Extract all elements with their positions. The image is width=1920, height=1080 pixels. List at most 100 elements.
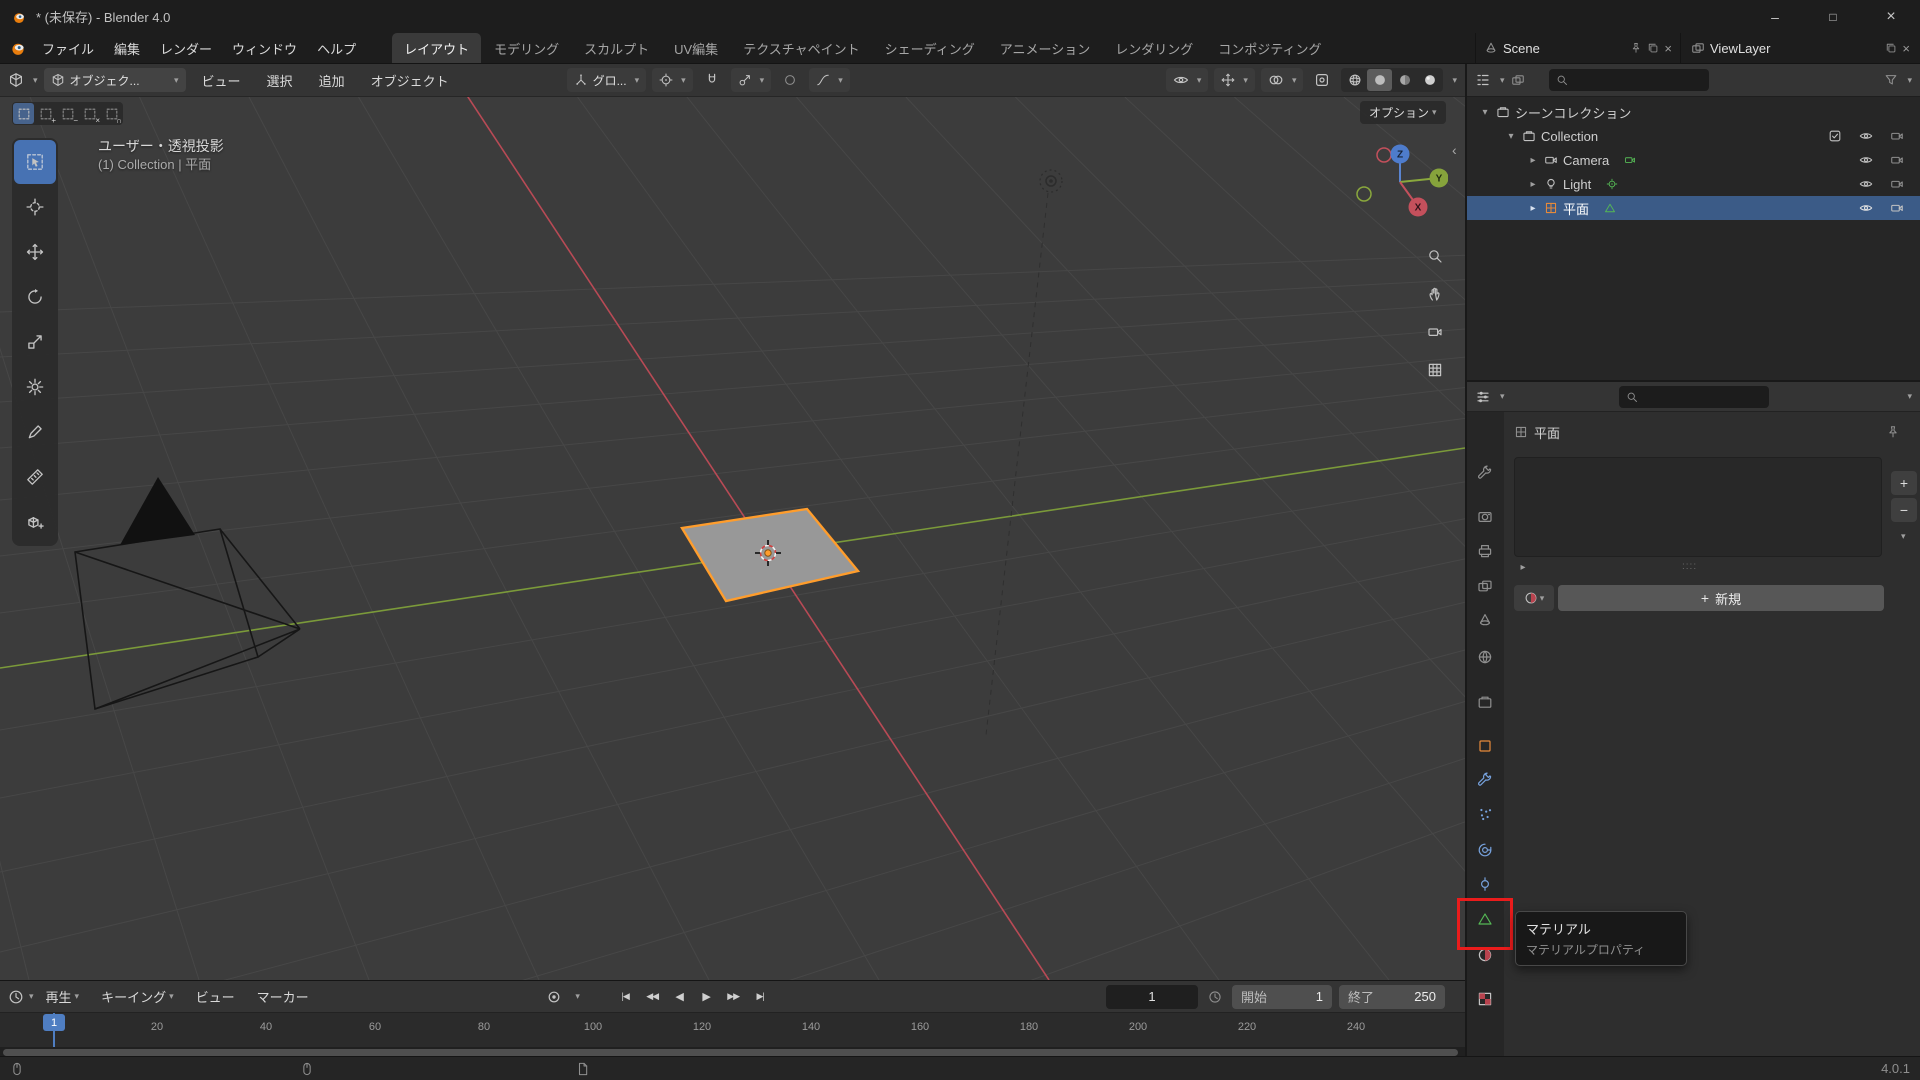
tool-tab[interactable]	[1470, 458, 1500, 488]
outliner-editor-icon[interactable]	[1475, 72, 1491, 88]
menu-add[interactable]: 追加	[309, 64, 355, 96]
particles-tab[interactable]	[1470, 799, 1500, 829]
viewport-options-dropdown[interactable]: オプション ▾	[1360, 101, 1446, 124]
snap-toggle[interactable]	[699, 68, 725, 92]
auto-key-toggle[interactable]	[541, 985, 567, 1009]
hide-eye-icon[interactable]	[1859, 153, 1873, 167]
disclosure-icon[interactable]: ▾	[1479, 107, 1491, 118]
workspace-tab-compositing[interactable]: コンポジティング	[1206, 33, 1333, 63]
disclosure-icon[interactable]: ▸	[1527, 203, 1539, 214]
timeline-ruler[interactable]: 20 40 60 80 100 120 140 160 180 200 220 …	[0, 1013, 1465, 1047]
outliner-search-input[interactable]	[1549, 69, 1709, 91]
blender-menu-icon[interactable]	[10, 40, 26, 56]
light-object[interactable]	[1040, 170, 1062, 192]
zoom-button[interactable]	[1421, 242, 1449, 270]
output-tab[interactable]	[1470, 536, 1500, 566]
workspace-tab-layout[interactable]: レイアウト	[392, 33, 481, 63]
gizmo-x-neg-ball[interactable]	[1377, 148, 1391, 162]
physics-tab[interactable]	[1470, 835, 1500, 865]
tool-transform[interactable]	[14, 365, 56, 409]
frame-end-field[interactable]: 終了 250	[1339, 985, 1445, 1009]
view-layer-tab[interactable]	[1470, 571, 1500, 601]
slot-remove-button[interactable]: −	[1891, 498, 1917, 522]
material-browse-dropdown[interactable]: ▾	[1514, 585, 1554, 611]
select-mode-invert-button[interactable]: ×	[79, 103, 100, 124]
object-visibility-dropdown[interactable]: ▾	[1166, 68, 1209, 92]
pivot-dropdown[interactable]: ▾	[652, 68, 693, 92]
prev-keyframe-button[interactable]: ◀◀	[640, 986, 665, 1008]
menu-select[interactable]: 選択	[257, 64, 303, 96]
tool-add-cube[interactable]	[14, 500, 56, 544]
viewport-canvas[interactable]	[0, 97, 1465, 980]
filter-chevron[interactable]: ▾	[1907, 76, 1912, 85]
world-tab[interactable]	[1470, 642, 1500, 672]
current-frame-field[interactable]: 1	[1106, 985, 1198, 1009]
menu-playback[interactable]: 再生▾	[36, 981, 90, 1012]
hide-eye-icon[interactable]	[1859, 129, 1873, 143]
tool-scale[interactable]	[14, 320, 56, 364]
menu-render[interactable]: レンダー	[150, 33, 222, 63]
new-viewlayer-icon[interactable]	[1885, 42, 1897, 54]
constraints-tab[interactable]	[1470, 869, 1500, 899]
select-mode-new-button[interactable]	[13, 103, 34, 124]
menu-window[interactable]: ウィンドウ	[222, 33, 307, 63]
delete-viewlayer-icon[interactable]: ×	[1902, 41, 1910, 56]
next-keyframe-button[interactable]: ▶▶	[721, 986, 746, 1008]
slot-specials-chevron[interactable]: ▾	[1901, 532, 1906, 541]
exclude-checkbox-icon[interactable]	[1828, 129, 1842, 143]
menu-object[interactable]: オブジェクト	[361, 64, 459, 96]
new-material-button[interactable]: + 新規	[1558, 585, 1884, 611]
slot-list-expand[interactable]: ▸	[1517, 562, 1529, 573]
menu-file[interactable]: ファイル	[32, 33, 104, 63]
select-mode-extend-button[interactable]: +	[35, 103, 56, 124]
proportional-editing-toggle[interactable]	[777, 68, 803, 92]
workspace-tab-sculpting[interactable]: スカルプト	[572, 33, 661, 63]
mode-dropdown[interactable]: オブジェク... ▾	[44, 68, 186, 92]
tool-move[interactable]	[14, 230, 56, 274]
slot-add-button[interactable]: +	[1891, 471, 1917, 495]
menu-keying[interactable]: キーイング▾	[91, 981, 184, 1012]
collection-tab[interactable]	[1470, 687, 1500, 717]
editor-type-icon[interactable]	[8, 72, 24, 88]
properties-options-chevron[interactable]: ▾	[1907, 392, 1912, 401]
scene-selector[interactable]: Scene ×	[1475, 33, 1680, 63]
tool-annotate[interactable]	[14, 410, 56, 454]
properties-search-input[interactable]	[1619, 386, 1769, 408]
play-button[interactable]: ▶	[694, 986, 719, 1008]
menu-edit[interactable]: 編集	[104, 33, 150, 63]
maximize-button[interactable]: □	[1804, 0, 1862, 33]
timeline-editor-icon[interactable]	[8, 989, 24, 1005]
preview-range-icon[interactable]	[1208, 990, 1222, 1004]
new-scene-icon[interactable]	[1647, 42, 1659, 54]
playhead-label[interactable]: 1	[43, 1014, 65, 1031]
falloff-dropdown[interactable]: ▾	[809, 68, 850, 92]
toggle-ortho-button[interactable]	[1421, 356, 1449, 384]
camera-object[interactable]	[75, 477, 300, 709]
disclosure-icon[interactable]: ▾	[1505, 131, 1517, 142]
outliner-row-camera[interactable]: ▸ Camera	[1467, 148, 1920, 172]
delete-scene-icon[interactable]: ×	[1664, 41, 1672, 56]
outliner-row-scene-collection[interactable]: ▾ シーンコレクション	[1467, 100, 1920, 124]
viewport-3d[interactable]: ▾ オブジェク... ▾ ビュー 選択 追加 オブジェクト グロ... ▾ ▾	[0, 64, 1465, 980]
workspace-tab-animation[interactable]: アニメーション	[988, 33, 1102, 63]
hide-eye-icon[interactable]	[1859, 201, 1873, 215]
tool-select-box[interactable]	[14, 140, 56, 184]
minimize-button[interactable]: –	[1746, 0, 1804, 33]
jump-to-start-button[interactable]: |◀	[613, 986, 638, 1008]
scrollbar-thumb[interactable]	[3, 1049, 1458, 1056]
workspace-tab-uv-editing[interactable]: UV編集	[662, 33, 730, 63]
workspace-tab-texture-paint[interactable]: テクスチャペイント	[731, 33, 871, 63]
workspace-tab-rendering[interactable]: レンダリング	[1103, 33, 1205, 63]
jump-to-end-button[interactable]: ▶|	[748, 986, 773, 1008]
snap-dropdown[interactable]: ▾	[731, 68, 772, 92]
menu-help[interactable]: ヘルプ	[307, 33, 366, 63]
select-mode-subtract-button[interactable]: −	[57, 103, 78, 124]
properties-editor-icon[interactable]	[1475, 389, 1491, 405]
shading-material-button[interactable]	[1392, 69, 1417, 91]
hide-eye-icon[interactable]	[1859, 177, 1873, 191]
modifiers-tab[interactable]	[1470, 765, 1500, 795]
disable-render-icon[interactable]	[1890, 201, 1904, 215]
menu-view-timeline[interactable]: ビュー	[186, 981, 245, 1012]
scene-tab[interactable]	[1470, 605, 1500, 635]
menu-view[interactable]: ビュー	[192, 64, 251, 96]
